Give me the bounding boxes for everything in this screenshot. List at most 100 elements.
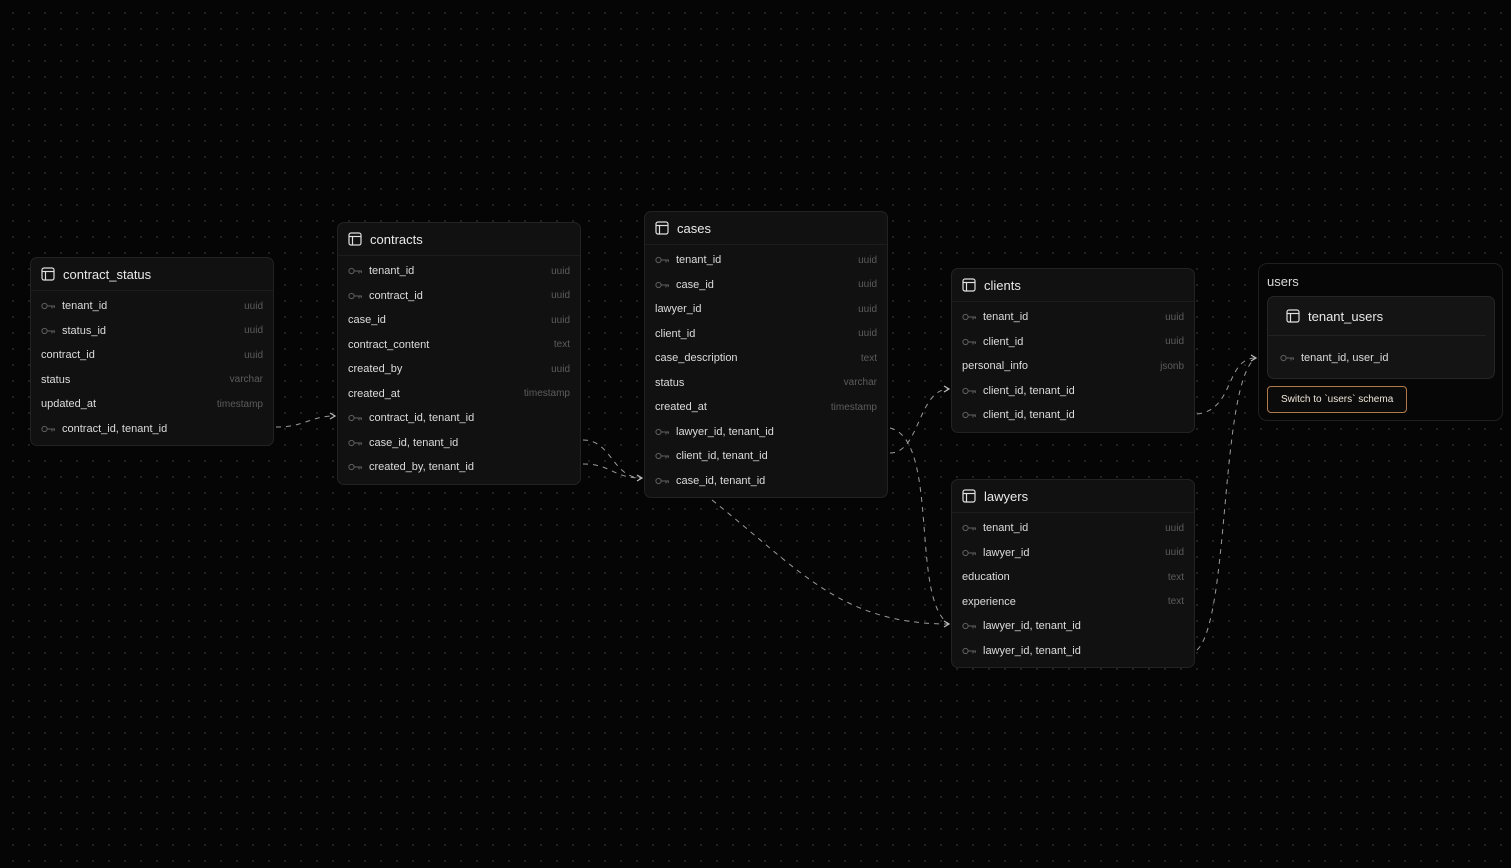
column-type: varchar bbox=[843, 377, 877, 389]
key-icon bbox=[348, 439, 363, 447]
column-row[interactable]: lawyer_id, tenant_id bbox=[952, 639, 1194, 664]
edge-contracts-created-by-to-cases[interactable] bbox=[582, 463, 643, 479]
column-row[interactable]: client_id, tenant_id bbox=[952, 403, 1194, 428]
column-row[interactable]: tenant_id, user_id bbox=[1268, 336, 1494, 380]
column-type: uuid bbox=[1165, 336, 1184, 348]
column-row[interactable]: status_id uuid bbox=[31, 319, 273, 344]
column-row[interactable]: personal_info jsonb bbox=[952, 354, 1194, 379]
column-type: uuid bbox=[244, 349, 263, 361]
switch-schema-button[interactable]: Switch to `users` schema bbox=[1267, 386, 1408, 413]
column-row[interactable]: experience text bbox=[952, 590, 1194, 615]
edge-cases-lawyer-to-lawyers[interactable] bbox=[889, 427, 950, 625]
table-header[interactable]: contracts bbox=[338, 223, 580, 256]
column-row[interactable]: case_id, tenant_id bbox=[338, 431, 580, 456]
edge-cases-to-clients[interactable] bbox=[889, 388, 950, 454]
column-row[interactable]: contract_id, tenant_id bbox=[31, 417, 273, 442]
column-row[interactable]: status varchar bbox=[645, 371, 887, 396]
schema-group-users[interactable]: users tenant_users tenant_id, user_id Sw… bbox=[1258, 263, 1503, 421]
column-row[interactable]: status varchar bbox=[31, 368, 273, 393]
column-row[interactable]: lawyer_id, tenant_id bbox=[645, 420, 887, 445]
edge-clients-to-tenant-users[interactable] bbox=[1196, 357, 1257, 415]
key-icon bbox=[348, 267, 363, 275]
key-icon bbox=[41, 327, 56, 335]
column-name: client_id bbox=[983, 335, 1024, 348]
column-row[interactable]: created_by uuid bbox=[338, 357, 580, 382]
column-row[interactable]: client_id, tenant_id bbox=[952, 379, 1194, 404]
column-type: uuid bbox=[1165, 311, 1184, 323]
column-row[interactable]: contract_id uuid bbox=[338, 284, 580, 309]
key-icon bbox=[962, 338, 977, 346]
table-icon bbox=[1286, 309, 1300, 323]
column-list: tenant_id uuid case_id uuid lawyer_id uuid cli… bbox=[645, 245, 887, 497]
column-row[interactable]: updated_at timestamp bbox=[31, 392, 273, 417]
edge-arrowhead bbox=[943, 620, 951, 628]
column-name: updated_at bbox=[41, 398, 97, 411]
column-type: uuid bbox=[244, 300, 263, 312]
column-row[interactable]: case_id uuid bbox=[338, 308, 580, 333]
column-type: varchar bbox=[229, 374, 263, 386]
column-row[interactable]: created_by, tenant_id bbox=[338, 455, 580, 480]
column-row[interactable]: contract_id, tenant_id bbox=[338, 406, 580, 431]
edge-lawyers-to-tenant-users[interactable] bbox=[1196, 357, 1257, 651]
edge-arrowhead bbox=[636, 474, 644, 482]
column-name: lawyer_id, tenant_id bbox=[983, 620, 1081, 633]
column-name: lawyer_id bbox=[655, 303, 702, 316]
column-row[interactable]: case_id, tenant_id bbox=[645, 469, 887, 494]
table-title: tenant_users bbox=[1308, 308, 1384, 324]
column-row[interactable]: case_description text bbox=[645, 346, 887, 371]
table-title: contract_status bbox=[63, 266, 152, 282]
column-row[interactable]: client_id, tenant_id bbox=[645, 444, 887, 469]
column-row[interactable]: client_id uuid bbox=[645, 322, 887, 347]
table-header[interactable]: tenant_users bbox=[1268, 297, 1486, 336]
table-node-lawyers[interactable]: lawyers tenant_id uuid lawyer_id uuid educat… bbox=[951, 479, 1195, 668]
key-icon bbox=[962, 387, 977, 395]
column-name: lawyer_id, tenant_id bbox=[983, 644, 1081, 657]
column-type: uuid bbox=[858, 279, 877, 291]
edge-contracts-case-to-cases[interactable] bbox=[582, 439, 643, 479]
column-row[interactable]: contract_id uuid bbox=[31, 343, 273, 368]
column-type: uuid bbox=[1165, 522, 1184, 534]
column-name: contract_id bbox=[369, 289, 423, 302]
column-row[interactable]: created_at timestamp bbox=[645, 395, 887, 420]
table-header[interactable]: lawyers bbox=[952, 480, 1194, 513]
column-type: jsonb bbox=[1160, 360, 1184, 372]
column-row[interactable]: tenant_id uuid bbox=[952, 305, 1194, 330]
table-header[interactable]: cases bbox=[645, 212, 887, 245]
table-icon bbox=[348, 232, 362, 246]
table-node-contract-status[interactable]: contract_status tenant_id uuid status_id uu… bbox=[30, 257, 274, 446]
column-row[interactable]: education text bbox=[952, 565, 1194, 590]
edge-arrowhead bbox=[943, 385, 951, 393]
column-row[interactable]: contract_content text bbox=[338, 333, 580, 358]
column-type: timestamp bbox=[523, 388, 570, 400]
column-list: tenant_id uuid client_id uuid personal_info j… bbox=[952, 302, 1194, 432]
key-icon bbox=[41, 302, 56, 310]
column-row[interactable]: lawyer_id, tenant_id bbox=[952, 614, 1194, 639]
column-row[interactable]: tenant_id uuid bbox=[31, 294, 273, 319]
table-node-cases[interactable]: cases tenant_id uuid case_id uuid lawyer_id u… bbox=[644, 211, 888, 498]
table-header[interactable]: contract_status bbox=[31, 258, 273, 291]
column-row[interactable]: tenant_id uuid bbox=[645, 248, 887, 273]
column-list: tenant_id uuid contract_id uuid case_id uuid c… bbox=[338, 256, 580, 484]
table-node-clients[interactable]: clients tenant_id uuid client_id uuid person… bbox=[951, 268, 1195, 433]
column-row[interactable]: tenant_id uuid bbox=[952, 516, 1194, 541]
column-name: client_id, tenant_id bbox=[983, 409, 1075, 422]
column-name: case_id, tenant_id bbox=[676, 474, 766, 487]
column-row[interactable]: created_at timestamp bbox=[338, 382, 580, 407]
column-row[interactable]: case_id uuid bbox=[645, 273, 887, 298]
table-title: contracts bbox=[370, 231, 423, 247]
table-node-tenant-users[interactable]: tenant_users tenant_id, user_id bbox=[1267, 296, 1495, 379]
column-name: created_at bbox=[655, 401, 707, 414]
edge-cases-case-to-lawyers[interactable] bbox=[711, 499, 950, 625]
column-type: uuid bbox=[858, 303, 877, 315]
column-type: uuid bbox=[551, 290, 570, 302]
column-name: tenant_id, user_id bbox=[1301, 352, 1389, 364]
column-type: uuid bbox=[551, 363, 570, 375]
column-row[interactable]: client_id uuid bbox=[952, 330, 1194, 355]
edge-contract-status-to-contracts[interactable] bbox=[275, 415, 336, 428]
table-node-contracts[interactable]: contracts tenant_id uuid contract_id uuid ca… bbox=[337, 222, 581, 485]
table-header[interactable]: clients bbox=[952, 269, 1194, 302]
column-row[interactable]: lawyer_id uuid bbox=[645, 297, 887, 322]
column-row[interactable]: tenant_id uuid bbox=[338, 259, 580, 284]
column-row[interactable]: lawyer_id uuid bbox=[952, 541, 1194, 566]
column-name: tenant_id bbox=[369, 265, 415, 278]
